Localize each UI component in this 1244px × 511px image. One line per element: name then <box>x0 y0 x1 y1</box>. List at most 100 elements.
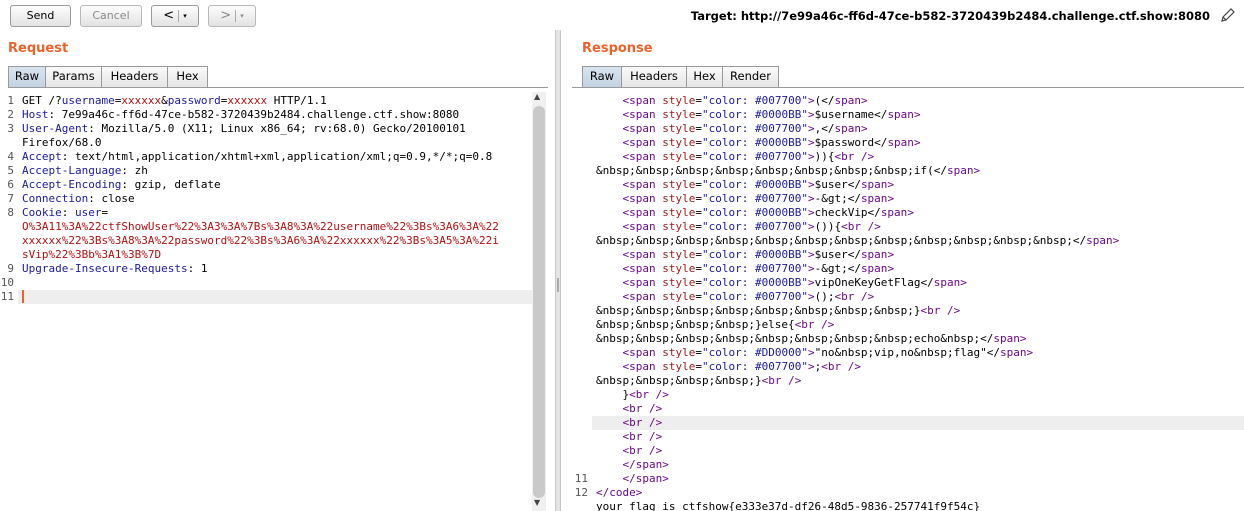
code-token: > <box>960 276 967 289</box>
code-token: = <box>695 346 702 359</box>
request-tab-raw[interactable]: Raw <box>8 66 46 87</box>
line-number: 10 <box>0 276 14 289</box>
code-token: > <box>807 150 815 163</box>
code-token: &nbsp;&nbsp;&nbsp;&nbsp;&nbsp;&nbsp;&nbs… <box>596 332 994 345</box>
forward-button[interactable]: > ▾ <box>208 5 256 27</box>
code-token: > <box>887 178 895 191</box>
code-line: your flag is ctfshow{e333e37d-df26-48d5-… <box>596 500 980 511</box>
request-tab-hex[interactable]: Hex <box>167 66 208 87</box>
code-token: </span> <box>596 472 669 485</box>
code-line: Accept-Language: zh <box>22 164 148 178</box>
code-line: <span style="color: #007700">()){<br /> <box>596 220 880 234</box>
code-line: <span style="color: #0000BB">vipOneKeyGe… <box>596 276 967 290</box>
code-token: <br /> <box>596 402 663 415</box>
code-token: style <box>662 178 696 191</box>
code-token: <span <box>596 346 663 359</box>
code-token: &nbsp;&nbsp;&nbsp;&nbsp;} <box>596 374 762 387</box>
code-token: style <box>662 206 696 219</box>
code-line: <span style="color: #0000BB">checkVip</s… <box>596 206 914 220</box>
code-token: <br /> <box>596 444 663 457</box>
code-token: span <box>860 262 888 275</box>
code-token: span <box>860 192 888 205</box>
send-button[interactable]: Send <box>10 5 71 27</box>
code-token: -&gt;</ <box>814 192 861 205</box>
code-token: &nbsp;&nbsp;&nbsp;&nbsp;&nbsp;&nbsp;&nbs… <box>596 304 921 317</box>
code-token: > <box>887 248 895 261</box>
code-line: }<br /> <box>596 388 668 402</box>
code-token: (); <box>814 290 835 303</box>
response-tab-render[interactable]: Render <box>722 66 779 87</box>
request-scrollbar[interactable]: ▲ ▼ <box>532 92 546 511</box>
request-editor[interactable]: 1 2 3 4 5 6 7 8 9 10 11 GET /?username=xxxxxx&pass… <box>0 88 532 511</box>
code-token: = <box>695 248 702 261</box>
cancel-button[interactable]: Cancel <box>80 5 142 27</box>
code-token: > <box>1026 346 1034 359</box>
code-token: > <box>807 136 815 149</box>
code-token: $user</ <box>814 178 861 191</box>
toolbar: Send Cancel < ▾ > ▾ Target: http://7e99a46… <box>0 0 1244 32</box>
target-url: Target: http://7e99a46c-ff6d-47ce-b582-3… <box>690 9 1210 23</box>
code-token: > <box>913 108 921 121</box>
code-token: span <box>933 276 961 289</box>
code-token: <span <box>596 290 663 303</box>
code-token: vipOneKeyGetFlag</ <box>814 276 934 289</box>
text-caret <box>22 290 24 303</box>
code-line: </span> <box>596 458 668 472</box>
code-token: span <box>887 136 914 149</box>
code-token: = <box>695 206 702 219</box>
request-title: Request <box>8 41 69 56</box>
code-line: <span style="color: #DD0000">"no&nbsp;vi… <box>596 346 1033 360</box>
code-token: > <box>1112 234 1120 247</box>
code-token: "color: #007700" <box>701 94 808 107</box>
pencil-icon[interactable] <box>1220 7 1236 23</box>
code-line: Accept: text/html,application/xhtml+xml,… <box>22 150 492 164</box>
line-number: 12 <box>574 486 588 499</box>
code-token: > <box>907 206 914 219</box>
scroll-up-icon[interactable]: ▲ <box>534 92 540 101</box>
code-token: &nbsp;&nbsp;&nbsp;&nbsp;}else{ <box>596 318 795 331</box>
code-line: O%3A11%3A%22ctfShowUser%22%3A3%3A%7Bs%3A… <box>22 220 499 234</box>
code-token: span <box>860 178 888 191</box>
code-token: = <box>695 290 702 303</box>
back-button[interactable]: < ▾ <box>151 5 199 27</box>
response-tab-raw[interactable]: Raw <box>582 66 622 87</box>
code-token: <span <box>596 192 663 205</box>
code-token: > <box>973 164 981 177</box>
code-token: > <box>807 290 815 303</box>
split-divider[interactable] <box>555 30 561 511</box>
code-token: > <box>807 94 815 107</box>
code-token: User-Agent <box>22 122 89 135</box>
scroll-down-icon[interactable]: ▼ <box>534 498 540 507</box>
scrollbar-thumb[interactable] <box>533 106 545 498</box>
code-token: "color: #0000BB" <box>701 248 808 261</box>
response-tab-hex[interactable]: Hex <box>686 66 723 87</box>
code-token: <br /> <box>596 430 663 443</box>
cancel-label: Cancel <box>92 9 130 22</box>
code-token: sVip%22%3Bb%3A1%3B%7D <box>22 248 162 261</box>
code-line: User-Agent: Mozilla/5.0 (X11; Linux x86_… <box>22 122 466 136</box>
response-editor[interactable]: 11 12 <span style="color: #007700">(</spa… <box>572 88 1244 511</box>
code-line: <span style="color: #007700">;<br /> <box>596 360 860 374</box>
code-line: Upgrade-Insecure-Requests: 1 <box>22 262 207 276</box>
code-token: <span <box>596 360 663 373</box>
code-token: <span <box>596 262 663 275</box>
code-token: > <box>807 248 815 261</box>
request-tab-headers[interactable]: Headers <box>101 66 168 87</box>
code-token: style <box>662 122 696 135</box>
code-token: > <box>807 220 815 233</box>
code-token: "color: #0000BB" <box>701 206 808 219</box>
divider-grip[interactable] <box>557 278 559 292</box>
request-gutter: 1 2 3 4 5 6 7 8 9 10 11 <box>0 88 18 511</box>
current-line-highlight <box>18 290 532 304</box>
code-token: $password</ <box>814 136 888 149</box>
line-number: 3 <box>7 122 14 135</box>
code-line: <span style="color: #007700">-&gt;</span… <box>596 262 894 276</box>
code-token: = <box>695 360 702 373</box>
response-tab-headers[interactable]: Headers <box>621 66 687 87</box>
code-line: <br /> <box>596 430 662 444</box>
code-token: "color: #DD0000" <box>701 346 808 359</box>
code-token: > <box>807 346 815 359</box>
code-token: Accept-Encoding <box>22 178 122 191</box>
code-token: <span <box>596 94 663 107</box>
request-tab-params[interactable]: Params <box>45 66 102 87</box>
